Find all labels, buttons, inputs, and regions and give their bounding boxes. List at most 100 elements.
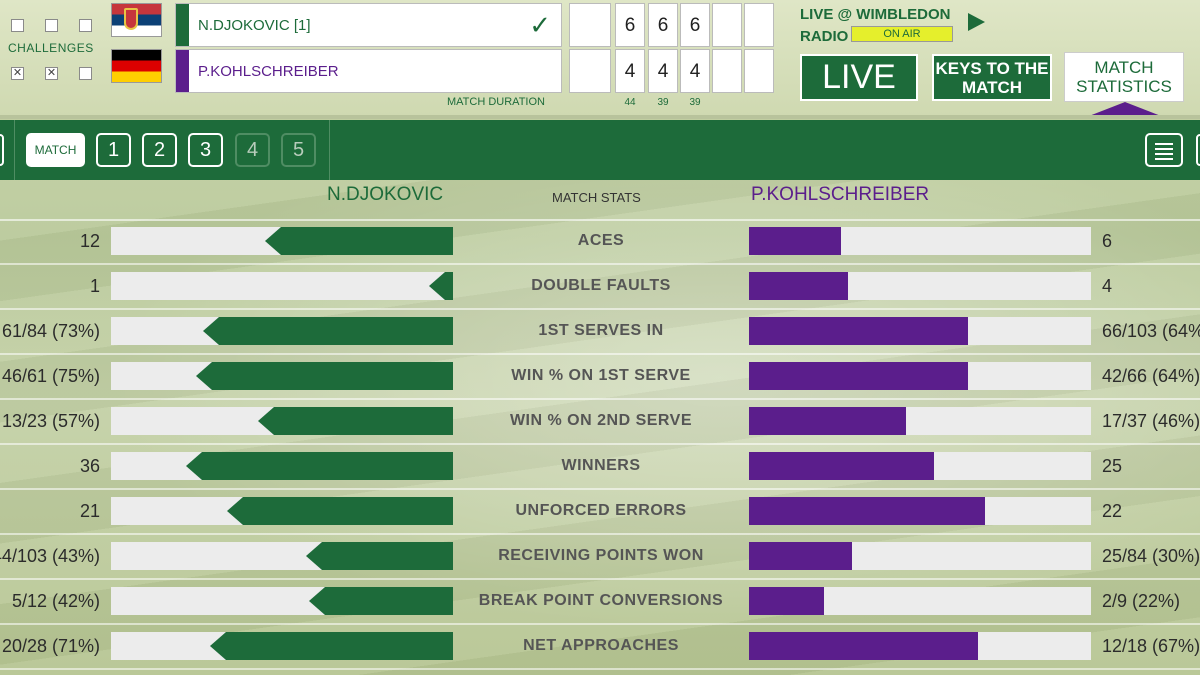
player2-stat-fill <box>749 587 824 615</box>
player2-stat-fill <box>749 632 978 660</box>
winner-check-icon: ✓ <box>529 10 551 40</box>
player2-stat-bar <box>749 362 1091 390</box>
serbia-flag-icon <box>111 3 162 37</box>
player2-set-2: 4 <box>648 49 678 93</box>
challenges-panel: CHALLENGES ✕ ✕ <box>0 0 105 116</box>
tab-set-5[interactable]: 5 <box>281 133 316 167</box>
on-air-badge: ON AIR <box>851 26 953 42</box>
player2-set-1: 4 <box>615 49 645 93</box>
player1-name: N.DJOKOVIC [1] <box>198 17 311 34</box>
player2-stat-value: 22 <box>1102 501 1123 521</box>
tab-match[interactable]: MATCH <box>26 133 85 167</box>
player1-stat-bar <box>111 587 453 615</box>
player1-set-3: 6 <box>680 3 710 47</box>
player1-stat-fill <box>258 407 453 435</box>
menu-icon[interactable] <box>1145 133 1183 167</box>
player2-stat-value: 17/37 (46%) <box>1102 411 1200 431</box>
player2-stat-bar <box>749 407 1091 435</box>
stat-row: 12 ACES 6 <box>0 220 1200 265</box>
challenge-checkbox-p2-2[interactable]: ✕ <box>45 67 58 80</box>
stat-row: 46/61 (75%) WIN % ON 1ST SERVE 42/66 (64%) <box>0 355 1200 400</box>
player1-stat-bar <box>111 227 453 255</box>
stat-label: WIN % ON 1ST SERVE <box>511 367 691 384</box>
header-divider <box>0 115 1200 119</box>
radio-play-icon[interactable] <box>968 13 985 31</box>
scoreboard: CHALLENGES ✕ ✕ N.DJOKOVIC [1] ✓ P.KOHLSC… <box>0 0 1200 116</box>
stat-label: 1ST SERVES IN <box>538 322 664 339</box>
player2-stat-value: 25 <box>1102 456 1123 476</box>
match-duration-label: MATCH DURATION <box>447 96 545 108</box>
player2-set-3: 4 <box>680 49 710 93</box>
duration-set-1: 44 <box>624 97 636 108</box>
player2-stat-value: 25/84 (30%) <box>1102 546 1200 566</box>
player1-stat-fill <box>186 452 453 480</box>
tab-set-1[interactable]: 1 <box>96 133 131 167</box>
player2-stat-bar <box>749 227 1091 255</box>
scroll-left-button[interactable] <box>0 134 4 166</box>
player1-stat-fill <box>196 362 453 390</box>
stat-label: UNFORCED ERRORS <box>515 502 687 519</box>
tab-set-3[interactable]: 3 <box>188 133 223 167</box>
player2-stat-value: 2/9 (22%) <box>1102 591 1181 611</box>
player1-stat-fill <box>210 632 453 660</box>
player2-stat-fill <box>749 497 985 525</box>
stat-label: WINNERS <box>561 457 641 474</box>
live-button[interactable]: LIVE <box>800 54 918 101</box>
stat-row: 21 UNFORCED ERRORS 22 <box>0 490 1200 535</box>
scroll-right-button[interactable] <box>1196 134 1200 166</box>
player1-stat-fill <box>265 227 453 255</box>
player1-stat-bar <box>111 452 453 480</box>
germany-flag-icon <box>111 49 162 83</box>
challenge-checkbox-p1-2[interactable] <box>45 19 58 32</box>
player1-stat-fill <box>203 317 453 345</box>
player1-stat-bar <box>111 497 453 525</box>
challenge-checkbox-p1-3[interactable] <box>79 19 92 32</box>
player1-stat-value: 1 <box>89 276 100 296</box>
stat-row: 61/84 (73%) 1ST SERVES IN 66/103 (64%) <box>0 310 1200 355</box>
stat-row: 5/12 (42%) BREAK POINT CONVERSIONS 2/9 (22… <box>0 580 1200 625</box>
player2-stat-fill <box>749 452 934 480</box>
player2-set-5 <box>744 49 774 93</box>
player2-stat-bar <box>749 587 1091 615</box>
player1-stat-bar <box>111 407 453 435</box>
player1-stat-value: 13/23 (57%) <box>1 411 100 431</box>
player2-stats-header: P.KOHLSCHREIBER <box>751 184 930 205</box>
player2-stat-fill <box>749 317 968 345</box>
player1-stat-bar <box>111 632 453 660</box>
player1-stat-value: 61/84 (73%) <box>1 321 100 341</box>
tab-set-4[interactable]: 4 <box>235 133 270 167</box>
player2-set-4 <box>712 49 742 93</box>
challenge-checkbox-p2-3[interactable] <box>79 67 92 80</box>
player1-stat-bar <box>111 362 453 390</box>
player2-name: P.KOHLSCHREIBER <box>198 63 339 80</box>
tab-set-2[interactable]: 2 <box>142 133 177 167</box>
stat-label: ACES <box>577 232 625 249</box>
player2-stat-fill <box>749 272 848 300</box>
player1-stat-bar <box>111 317 453 345</box>
match-statistics-button[interactable]: MATCH STATISTICS <box>1064 52 1184 102</box>
stat-row: 36 WINNERS 25 <box>0 445 1200 490</box>
stats-title: MATCH STATS <box>552 190 641 205</box>
stat-label: BREAK POINT CONVERSIONS <box>478 592 724 609</box>
player1-game-score <box>569 3 611 47</box>
player2-stat-value: 6 <box>1102 231 1113 251</box>
player2-stat-fill <box>749 542 852 570</box>
player2-stat-value: 42/66 (64%) <box>1102 366 1200 386</box>
player1-stat-value: 36 <box>79 456 100 476</box>
player1-set-5 <box>744 3 774 47</box>
challenge-checkbox-p1-1[interactable] <box>11 19 24 32</box>
player1-stat-value: 44/103 (43%) <box>0 546 100 566</box>
player1-stat-value: 5/12 (42%) <box>11 591 100 611</box>
player2-stat-bar <box>749 317 1091 345</box>
stat-label: WIN % ON 2ND SERVE <box>509 412 693 429</box>
challenge-checkbox-p2-1[interactable]: ✕ <box>11 67 24 80</box>
player2-stat-value: 4 <box>1102 276 1113 296</box>
player2-game-score <box>569 49 611 93</box>
player2-stat-bar <box>749 632 1091 660</box>
player1-stat-bar <box>111 272 453 300</box>
keys-to-the-match-button[interactable]: KEYS TO THE MATCH <box>932 54 1052 101</box>
player1-stat-value: 20/28 (71%) <box>1 636 100 656</box>
player1-set-1: 6 <box>615 3 645 47</box>
stat-row: 13/23 (57%) WIN % ON 2ND SERVE 17/37 (46%) <box>0 400 1200 445</box>
challenges-label: CHALLENGES <box>8 41 94 55</box>
